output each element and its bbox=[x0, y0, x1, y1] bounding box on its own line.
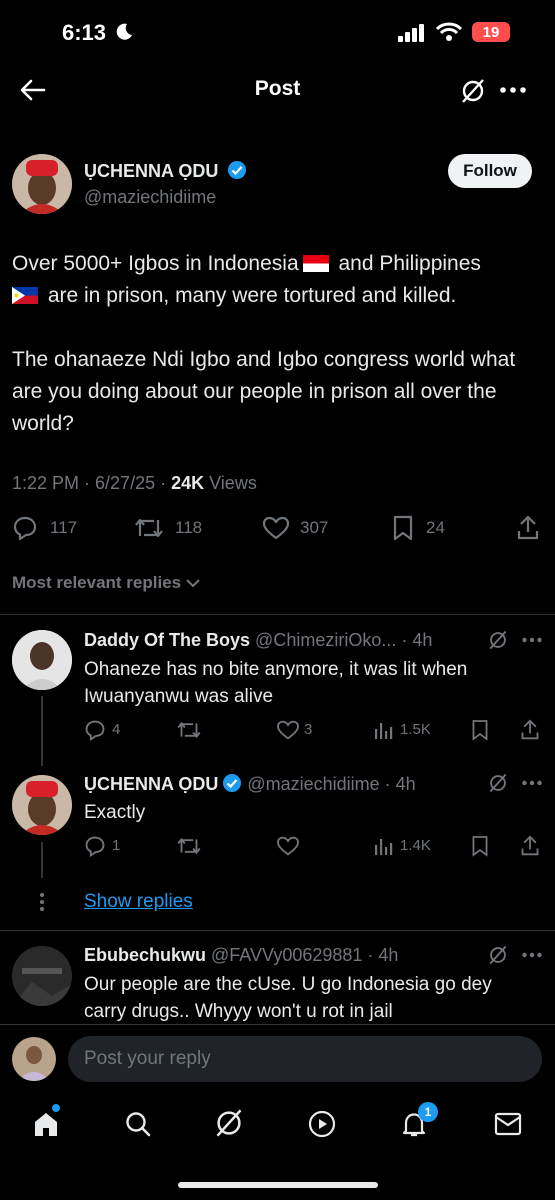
more-options-icon[interactable] bbox=[522, 952, 542, 958]
reply-text: Our people are the cUse. U go Indonesia … bbox=[84, 974, 492, 1022]
like-icon[interactable] bbox=[276, 720, 300, 740]
divider bbox=[0, 930, 555, 931]
views-count: 1.4K bbox=[400, 837, 431, 854]
home-indicator[interactable] bbox=[178, 1182, 378, 1188]
home-unread-dot bbox=[52, 1104, 60, 1112]
my-avatar[interactable] bbox=[12, 1037, 56, 1081]
like-icon[interactable] bbox=[276, 836, 300, 856]
reply-placeholder: Post your reply bbox=[84, 1048, 211, 1069]
bookmark-icon[interactable] bbox=[471, 835, 489, 857]
like-icon[interactable] bbox=[262, 516, 290, 540]
tweet-meta: 1:22 PM · 6/27/25 · 24K Views bbox=[12, 473, 257, 494]
bookmark-icon[interactable] bbox=[392, 515, 414, 541]
reply-text: Exactly bbox=[84, 802, 146, 823]
more-options-icon[interactable] bbox=[522, 637, 542, 643]
reply-text: Ohaneze has no bite anymore, it was lit … bbox=[84, 659, 468, 707]
thread-line bbox=[41, 842, 43, 878]
more-options-icon[interactable] bbox=[522, 780, 542, 786]
cellular-signal-icon bbox=[398, 24, 424, 42]
repost-count: 118 bbox=[175, 518, 203, 537]
video-icon[interactable] bbox=[308, 1110, 336, 1138]
verified-badge-icon bbox=[223, 774, 242, 792]
views-icon[interactable] bbox=[374, 837, 394, 855]
tweet-text-part-1: Over 5000+ Igbos in Indonesia bbox=[12, 252, 299, 275]
battery-level: 19 bbox=[482, 23, 500, 41]
verified-badge-icon bbox=[228, 161, 247, 179]
reply-count: 4 bbox=[112, 721, 121, 738]
bookmark-count: 24 bbox=[426, 518, 445, 537]
reply-author-name[interactable]: Ebubechukwu bbox=[84, 945, 206, 965]
reply-header: ỤCHENNA ỌDU @maziechidiime · 4h bbox=[84, 773, 416, 795]
repost-icon[interactable] bbox=[176, 720, 202, 740]
reply-count: 117 bbox=[50, 518, 78, 537]
share-icon[interactable] bbox=[516, 515, 540, 541]
reply-author-handle[interactable]: @FAVVy00629881 bbox=[211, 945, 362, 965]
reply-avatar[interactable] bbox=[12, 630, 72, 690]
repost-icon[interactable] bbox=[176, 836, 202, 856]
reply-time: · 4h bbox=[379, 774, 416, 794]
reply-icon[interactable] bbox=[84, 835, 106, 857]
reply-icon[interactable] bbox=[84, 719, 106, 741]
grok-icon[interactable] bbox=[488, 630, 508, 650]
grok-icon[interactable] bbox=[214, 1108, 244, 1138]
grok-icon[interactable] bbox=[488, 945, 508, 965]
notification-count: 1 bbox=[424, 1105, 432, 1119]
author-handle[interactable]: @maziechidiime bbox=[84, 187, 216, 208]
home-icon[interactable] bbox=[32, 1110, 60, 1138]
views-count: 1.5K bbox=[400, 721, 431, 738]
search-icon[interactable] bbox=[124, 1110, 152, 1138]
grok-icon[interactable] bbox=[460, 78, 486, 104]
moon-icon bbox=[116, 23, 132, 40]
reply-author-name[interactable]: ỤCHENNA ỌDU bbox=[84, 774, 218, 794]
reply-count: 1 bbox=[112, 837, 121, 854]
tweet-text-part-3: are in prison, many were tortured and ki… bbox=[12, 284, 516, 435]
philippines-flag-icon bbox=[12, 287, 38, 304]
follow-button[interactable]: Follow bbox=[448, 154, 532, 188]
repost-icon[interactable] bbox=[134, 516, 164, 540]
sort-replies-dropdown[interactable]: Most relevant replies bbox=[12, 573, 200, 593]
show-replies-link[interactable]: Show replies bbox=[84, 891, 193, 913]
reply-header: Ebubechukwu @FAVVy00629881 · 4h bbox=[84, 945, 398, 966]
chevron-down-icon bbox=[186, 579, 200, 588]
reply-author-handle[interactable]: @ChimeziriOko... bbox=[255, 630, 396, 650]
indonesia-flag-icon bbox=[302, 255, 329, 272]
reply-author-name[interactable]: Daddy Of The Boys bbox=[84, 630, 250, 650]
views-count[interactable]: 24K bbox=[171, 473, 204, 493]
thread-dots-icon bbox=[40, 893, 44, 911]
reply-input[interactable]: Post your reply bbox=[68, 1036, 542, 1082]
notification-badge: 1 bbox=[418, 1102, 438, 1122]
like-count: 3 bbox=[304, 721, 313, 738]
thread-line bbox=[41, 696, 43, 766]
tweet-timestamp: 1:22 PM · 6/27/25 · bbox=[12, 473, 172, 493]
tweet-text: Over 5000+ Igbos in Indonesia and Philip… bbox=[12, 248, 542, 440]
author-name-row[interactable]: ỤCHENNA ỌDU bbox=[84, 160, 247, 182]
author-name[interactable]: ỤCHENNA ỌDU bbox=[84, 161, 218, 181]
reply-avatar[interactable] bbox=[12, 946, 72, 1006]
share-icon[interactable] bbox=[520, 719, 540, 741]
status-time: 6:13 bbox=[62, 20, 107, 45]
grok-icon[interactable] bbox=[488, 773, 508, 793]
reply-icon[interactable] bbox=[12, 515, 38, 541]
battery-indicator: 19 bbox=[472, 22, 510, 42]
sort-label: Most relevant replies bbox=[12, 573, 182, 592]
reply-avatar[interactable] bbox=[12, 775, 72, 835]
wifi-icon bbox=[436, 22, 462, 41]
share-icon[interactable] bbox=[520, 835, 540, 857]
reply-author-handle[interactable]: @maziechidiime bbox=[247, 774, 379, 794]
divider bbox=[0, 614, 555, 615]
views-icon[interactable] bbox=[374, 721, 394, 739]
author-avatar[interactable] bbox=[12, 154, 72, 214]
tweet-text-part-2: and Philippines bbox=[332, 252, 481, 275]
reply-header: Daddy Of The Boys @ChimeziriOko... · 4h bbox=[84, 630, 432, 651]
views-label: Views bbox=[204, 473, 257, 493]
bookmark-icon[interactable] bbox=[471, 719, 489, 741]
more-options-icon[interactable] bbox=[500, 86, 526, 94]
reply-time: · 4h bbox=[396, 630, 433, 650]
like-count: 307 bbox=[300, 518, 329, 537]
reply-time: · 4h bbox=[362, 945, 399, 965]
messages-icon[interactable] bbox=[494, 1112, 522, 1136]
